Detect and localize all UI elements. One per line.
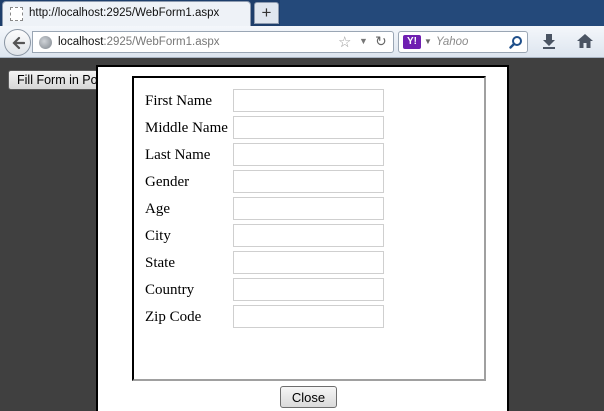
country-field[interactable] — [233, 278, 384, 301]
city-row: City — [145, 224, 475, 248]
browser-tab[interactable]: http://localhost:2925/WebForm1.aspx — [2, 1, 251, 26]
globe-icon — [39, 36, 52, 49]
back-button[interactable] — [4, 29, 31, 56]
url-text: localhost:2925/WebForm1.aspx — [58, 36, 220, 48]
city-field[interactable] — [233, 224, 384, 247]
search-bar[interactable]: Y! ▼ Yahoo — [398, 31, 528, 53]
last-name-row: Last Name — [145, 143, 475, 167]
age-row: Age — [145, 197, 475, 221]
last-name-field[interactable] — [233, 143, 384, 166]
home-icon[interactable] — [576, 32, 594, 50]
state-label: State — [145, 255, 175, 271]
country-row: Country — [145, 278, 475, 302]
zip-code-row: Zip Code — [145, 305, 475, 329]
search-engine-dropdown-icon[interactable]: ▼ — [424, 37, 432, 46]
zip-code-field[interactable] — [233, 305, 384, 328]
download-icon[interactable] — [540, 32, 558, 50]
tab-strip: http://localhost:2925/WebForm1.aspx + — [0, 0, 604, 26]
back-arrow-icon — [12, 36, 25, 50]
search-icon[interactable] — [509, 35, 523, 49]
new-tab-button[interactable]: + — [254, 2, 279, 24]
middle-name-label: Middle Name — [145, 120, 228, 136]
navigation-toolbar: localhost:2925/WebForm1.aspx ☆ ▼ ↻ Y! ▼ … — [0, 26, 604, 58]
middle-name-row: Middle Name — [145, 116, 475, 140]
form-frame: First Name Middle Name Last Name Gender … — [132, 76, 486, 381]
gender-row: Gender — [145, 170, 475, 194]
first-name-field[interactable] — [233, 89, 384, 112]
zip-code-label: Zip Code — [145, 309, 202, 325]
tab-strip-background — [280, 0, 604, 26]
state-field[interactable] — [233, 251, 384, 274]
popup-dialog: First Name Middle Name Last Name Gender … — [96, 65, 509, 411]
page-icon — [10, 7, 23, 21]
age-label: Age — [145, 201, 170, 217]
last-name-label: Last Name — [145, 147, 211, 163]
country-label: Country — [145, 282, 195, 298]
search-input[interactable]: Yahoo — [436, 36, 468, 48]
reload-icon[interactable]: ↻ — [375, 33, 387, 50]
close-button[interactable]: Close — [280, 386, 337, 408]
city-label: City — [145, 228, 171, 244]
tab-title: http://localhost:2925/WebForm1.aspx — [29, 7, 220, 19]
middle-name-field[interactable] — [233, 116, 384, 139]
dropdown-arrow-icon[interactable]: ▼ — [359, 36, 368, 46]
address-bar[interactable]: localhost:2925/WebForm1.aspx ☆ ▼ ↻ — [32, 31, 394, 53]
state-row: State — [145, 251, 475, 275]
first-name-label: First Name — [145, 93, 213, 109]
bookmark-star-icon[interactable]: ☆ — [338, 33, 351, 51]
first-name-row: First Name — [145, 89, 475, 113]
gender-field[interactable] — [233, 170, 384, 193]
gender-label: Gender — [145, 174, 190, 190]
yahoo-logo-icon[interactable]: Y! — [403, 35, 421, 49]
age-field[interactable] — [233, 197, 384, 220]
